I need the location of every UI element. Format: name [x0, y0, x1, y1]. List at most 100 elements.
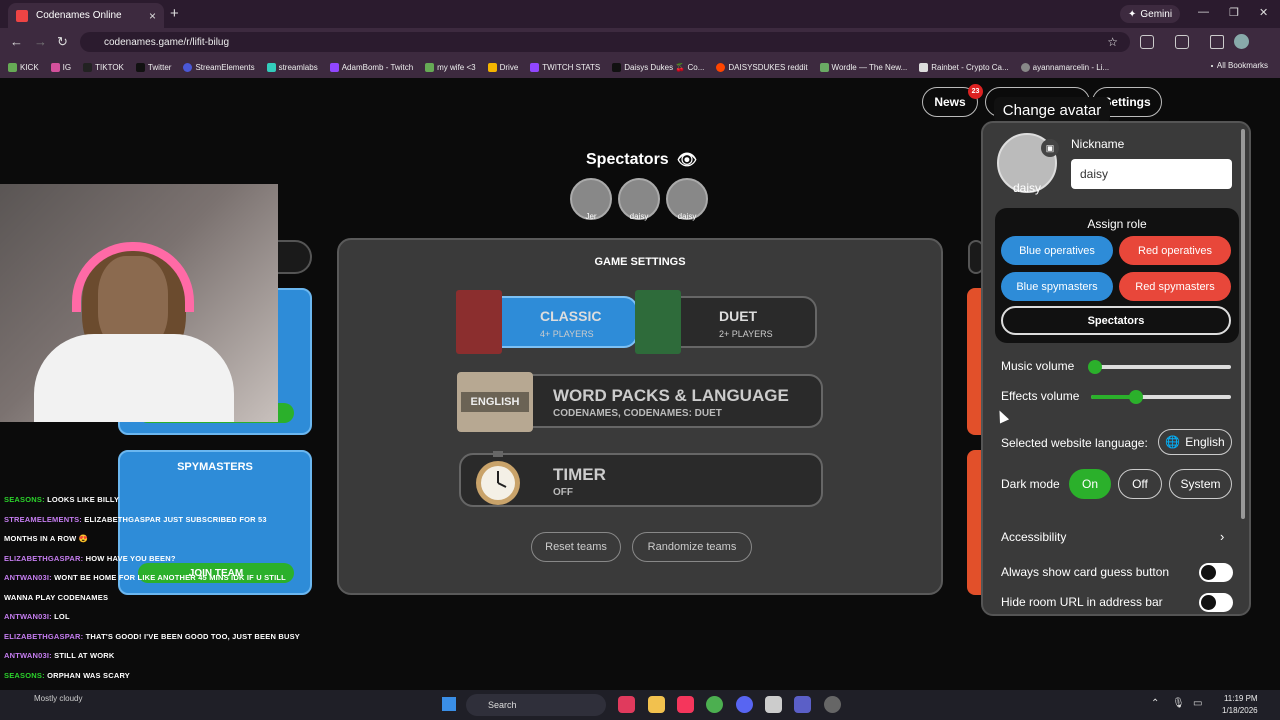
bookmark-item[interactable]: Drive — [487, 62, 518, 72]
gemini-icon: ✦ — [1128, 8, 1137, 20]
globe-icon: 🌐 — [1165, 435, 1181, 449]
bookmark-item[interactable]: Twitter — [135, 62, 171, 72]
news-button[interactable]: News 23 — [922, 84, 983, 117]
change-avatar-icon[interactable]: ▣ — [1041, 139, 1059, 157]
obs-icon[interactable] — [824, 696, 841, 713]
blue-operatives-button[interactable]: Blue operatives — [1001, 236, 1113, 265]
chevron-right-icon[interactable]: › — [1220, 529, 1224, 544]
chat-username[interactable]: ELIZABETHGASPAR: — [4, 632, 83, 641]
effects-volume-slider[interactable] — [1091, 390, 1231, 404]
microphone-icon[interactable]: 🎙 — [1172, 698, 1185, 709]
extensions-icon[interactable] — [1140, 35, 1154, 49]
word-packs-button[interactable]: ENGLISH WORD PACKS & LANGUAGE CODENAMES,… — [457, 372, 823, 432]
file-explorer-icon[interactable] — [648, 696, 665, 713]
nickname-input[interactable] — [1071, 159, 1232, 189]
bookmark-star-icon[interactable]: ☆ — [1107, 35, 1118, 49]
discord-icon[interactable] — [736, 696, 753, 713]
timer-button[interactable]: TIMER OFF — [459, 451, 823, 507]
bookmark-item[interactable]: TIKTOK — [83, 62, 124, 72]
chat-message: STREAMELEMENTS: ELIZABETHGASPAR JUST SUB… — [4, 510, 316, 530]
bookmark-item[interactable]: DAISYSDUKES reddit — [716, 62, 808, 72]
profile-avatar[interactable] — [1234, 34, 1249, 49]
music-app-icon[interactable] — [677, 696, 694, 713]
chat-text: ORPHAN WAS SCARY — [47, 670, 131, 680]
chat-username[interactable]: SEASONS: — [4, 495, 45, 504]
forward-icon[interactable]: → — [34, 34, 47, 49]
dark-mode-system-button[interactable]: System — [1169, 469, 1232, 499]
language-select[interactable]: 🌐 English — [1158, 429, 1232, 455]
windows-start-icon[interactable] — [442, 697, 456, 711]
bookmark-item[interactable]: KICK — [8, 62, 39, 72]
chrome-icon[interactable] — [706, 696, 723, 713]
game-settings-panel: GAME SETTINGS CLASSIC 4+ PLAYERS DUET 2+… — [337, 238, 943, 595]
music-volume-slider[interactable] — [1088, 360, 1231, 374]
minimize-icon[interactable]: — — [1198, 6, 1209, 18]
dark-mode-on-button[interactable]: On — [1069, 469, 1111, 499]
new-tab-button[interactable]: + — [170, 5, 179, 22]
bookmark-item[interactable]: Rainbet - Crypto Ca... — [919, 62, 1009, 72]
blue-spymasters-button[interactable]: Blue spymasters — [1001, 272, 1113, 301]
reset-teams-button[interactable]: Reset teams — [531, 532, 621, 562]
spectator-avatar[interactable]: daisy — [666, 178, 708, 221]
taskbar-search[interactable]: Search — [466, 694, 606, 716]
store-icon[interactable] — [765, 696, 782, 713]
music-volume-knob[interactable] — [1088, 360, 1103, 374]
red-spymasters-button[interactable]: Red spymasters — [1119, 272, 1231, 301]
url-field[interactable]: codenames.game/r/lifit-bilug ☆ — [80, 32, 1130, 52]
back-icon[interactable]: ← — [10, 34, 23, 49]
chat-username[interactable]: SEASONS: — [4, 671, 45, 680]
red-operatives-button[interactable]: Red operatives — [1119, 236, 1231, 265]
streamelements-icon — [183, 62, 193, 72]
browser-tab-bar: Codenames Online × + ✦ Gemini — ❐ ✕ — [0, 0, 1280, 28]
spectator-avatar[interactable]: daisy — [618, 178, 660, 221]
system-clock[interactable]: 11:19 PM 1/18/2026 — [1222, 693, 1258, 717]
chat-username[interactable]: ELIZABETHGASPAR: — [4, 554, 83, 563]
tiktok-app-icon[interactable] — [618, 696, 635, 713]
teams-icon[interactable] — [794, 696, 811, 713]
all-bookmarks-button[interactable]: All Bookmarks — [1210, 61, 1268, 70]
chat-username[interactable]: ANTWAN03I: — [4, 612, 52, 621]
chat-text: ELIZABETHGASPAR JUST SUBSCRIBED FOR 53 — [84, 514, 267, 524]
accessibility-row[interactable]: Accessibility — [1001, 530, 1066, 544]
classic-mode-button[interactable]: CLASSIC 4+ PLAYERS — [456, 290, 638, 354]
weather-widget[interactable]: Mostly cloudy — [34, 694, 82, 703]
rainbet-icon — [919, 62, 929, 72]
hide-url-toggle[interactable] — [1199, 593, 1233, 612]
gemini-button[interactable]: ✦ Gemini — [1120, 5, 1181, 23]
network-icon[interactable]: ▭ — [1193, 698, 1202, 709]
bookmark-item[interactable]: Daisys Dukes 🍒 Co... — [612, 62, 704, 72]
randomize-teams-button[interactable]: Randomize teams — [632, 532, 752, 562]
instagram-icon — [50, 62, 60, 72]
reload-icon[interactable]: ↻ — [57, 34, 68, 50]
cast-icon[interactable] — [1175, 35, 1189, 49]
duet-mode-button[interactable]: DUET 2+ PLAYERS — [635, 290, 817, 354]
spectator-avatar[interactable]: Jer — [570, 178, 612, 221]
streamlabs-icon — [266, 62, 276, 72]
tray-chevron-icon[interactable]: ⌃ — [1151, 698, 1159, 709]
bookmark-item[interactable]: IG — [50, 62, 71, 72]
settings-scrollbar[interactable] — [1241, 129, 1245, 519]
url-text: codenames.game/r/lifit-bilug — [104, 36, 230, 48]
dark-mode-off-button[interactable]: Off — [1118, 469, 1162, 499]
bookmark-item[interactable]: AdamBomb - Twitch — [329, 62, 413, 72]
codenames-favicon-icon — [16, 9, 28, 22]
show-guess-toggle[interactable] — [1199, 563, 1233, 582]
chat-username[interactable]: ANTWAN03I: — [4, 651, 52, 660]
maximize-icon[interactable]: ❐ — [1229, 6, 1239, 19]
news-badge: 23 — [968, 84, 983, 99]
bookmark-item[interactable]: streamlabs — [266, 62, 318, 72]
reading-list-icon[interactable] — [1210, 35, 1224, 49]
effects-volume-label: Effects volume — [1001, 389, 1080, 403]
bookmark-item[interactable]: ayannamarcelin - Li... — [1020, 62, 1109, 72]
chat-username[interactable]: STREAMELEMENTS: — [4, 515, 82, 524]
effects-volume-knob[interactable] — [1128, 390, 1143, 404]
bookmark-item[interactable]: Wordle — The New... — [819, 62, 907, 72]
bookmark-item[interactable]: my wife <3 — [425, 62, 476, 72]
browser-tab[interactable]: Codenames Online × — [8, 3, 164, 28]
chat-username[interactable]: ANTWAN03I: — [4, 573, 52, 582]
window-close-icon[interactable]: ✕ — [1259, 6, 1268, 19]
spectators-role-button[interactable]: Spectators — [1001, 306, 1231, 335]
bookmark-item[interactable]: StreamElements — [183, 62, 255, 72]
bookmark-item[interactable]: TWITCH STATS — [530, 62, 600, 72]
tab-close-icon[interactable]: × — [149, 9, 156, 23]
